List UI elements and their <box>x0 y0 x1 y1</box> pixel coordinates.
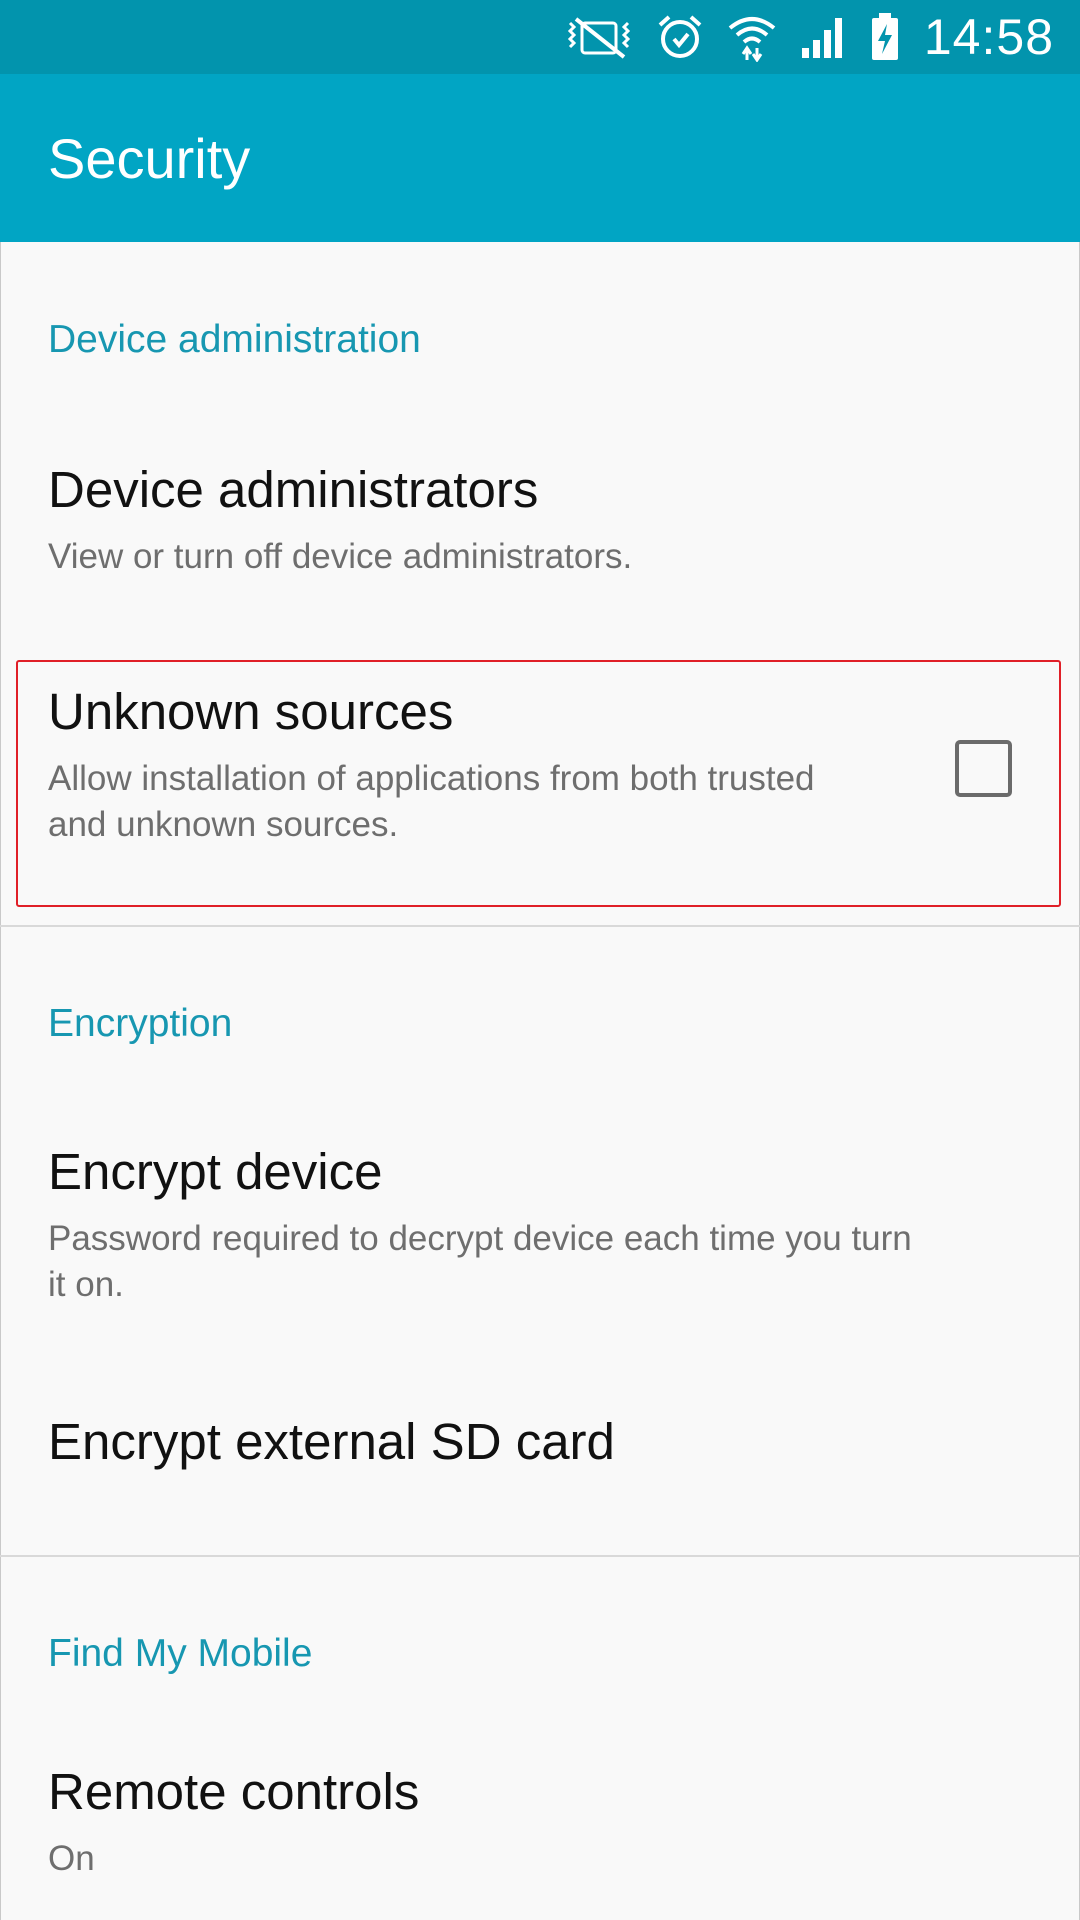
section-divider <box>0 1555 1080 1557</box>
summary-line: Allow installation of applications from … <box>48 759 815 798</box>
section-divider <box>0 925 1080 927</box>
item-summary: Allow installation of applications from … <box>48 756 928 848</box>
page-title: Security <box>48 126 251 190</box>
device-administrators-item[interactable]: Device administrators View or turn off d… <box>0 440 1080 640</box>
vibrate-mute-icon <box>564 15 634 59</box>
wifi-icon <box>726 12 778 62</box>
encrypt-sd-card-item[interactable]: Encrypt external SD card <box>0 1360 1080 1550</box>
status-time: 14:58 <box>923 9 1054 65</box>
item-title: Encrypt external SD card <box>48 1413 615 1470</box>
item-summary: Password required to decrypt device each… <box>48 1216 928 1308</box>
summary-line: it on. <box>48 1265 124 1304</box>
left-edge <box>0 0 1 1920</box>
item-summary: On <box>48 1839 95 1878</box>
battery-charging-icon <box>870 12 900 62</box>
alarm-icon <box>656 13 704 61</box>
section-header-encryption: Encryption <box>48 1002 233 1045</box>
item-title: Device administrators <box>48 461 539 518</box>
signal-icon <box>800 14 848 60</box>
item-title: Encrypt device <box>48 1143 383 1200</box>
section-header-device-administration: Device administration <box>48 318 421 361</box>
encrypt-device-item[interactable]: Encrypt device Password required to decr… <box>0 1120 1080 1350</box>
item-summary: View or turn off device administrators. <box>48 537 633 576</box>
remote-controls-item[interactable]: Remote controls On <box>0 1742 1080 1920</box>
unknown-sources-item[interactable]: Unknown sources Allow installation of ap… <box>0 662 1080 907</box>
summary-line: and unknown sources. <box>48 805 399 844</box>
app-bar: Security <box>0 74 1080 242</box>
section-header-find-my-mobile: Find My Mobile <box>48 1632 313 1675</box>
unknown-sources-checkbox[interactable] <box>955 740 1012 797</box>
item-title: Unknown sources <box>48 683 454 740</box>
status-bar: 14:58 <box>0 0 1080 74</box>
summary-line: Password required to decrypt device each… <box>48 1219 912 1258</box>
item-title: Remote controls <box>48 1763 420 1820</box>
